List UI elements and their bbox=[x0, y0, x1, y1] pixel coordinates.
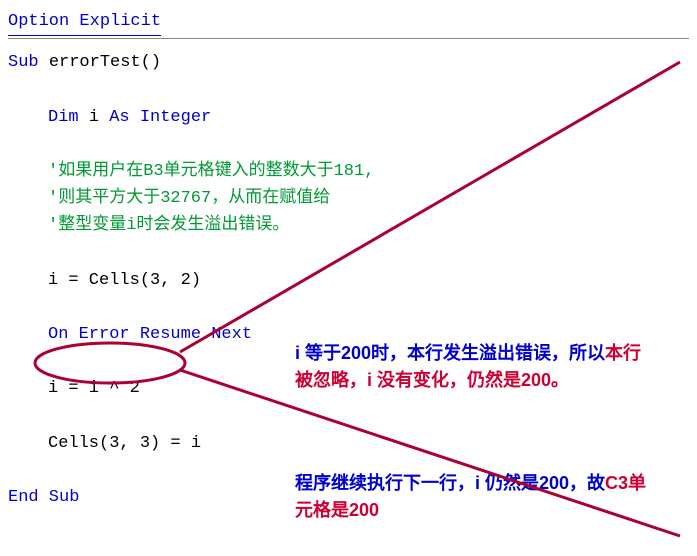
comment-line-1: '如果用户在B3单元格键入的整数大于181, bbox=[8, 158, 689, 185]
kw-dim: Dim bbox=[48, 108, 89, 127]
divider-line bbox=[8, 38, 689, 39]
kw-option-explicit: Option Explicit bbox=[8, 8, 161, 36]
line-sub: Sub errorTest() bbox=[8, 49, 689, 76]
comment-line-3: '整型变量i时会发生溢出错误。 bbox=[8, 212, 689, 239]
line-option-explicit: Option Explicit bbox=[8, 8, 689, 36]
annotation-1-text: i 等于200时，本行发生溢出错误，所以 bbox=[295, 343, 605, 363]
id-var-i: i bbox=[89, 108, 109, 127]
kw-as-integer: As Integer bbox=[109, 108, 211, 127]
id-procname: errorTest() bbox=[49, 53, 161, 72]
annotation-2-text: 程序继续执行下一行，i 仍然是200，故 bbox=[295, 473, 605, 493]
kw-sub: Sub bbox=[8, 53, 49, 72]
annotation-1: i 等于200时，本行发生溢出错误，所以本行被忽略，i 没有变化，仍然是200。 bbox=[295, 340, 655, 394]
line-write-cells: Cells(3, 3) = i bbox=[8, 430, 689, 457]
line-dim: Dim i As Integer bbox=[8, 104, 689, 131]
comment-line-2: '则其平方大于32767，从而在赋值给 bbox=[8, 185, 689, 212]
line-assign-cells: i = Cells(3, 2) bbox=[8, 267, 689, 294]
annotation-2: 程序继续执行下一行，i 仍然是200，故C3单元格是200 bbox=[295, 470, 655, 524]
